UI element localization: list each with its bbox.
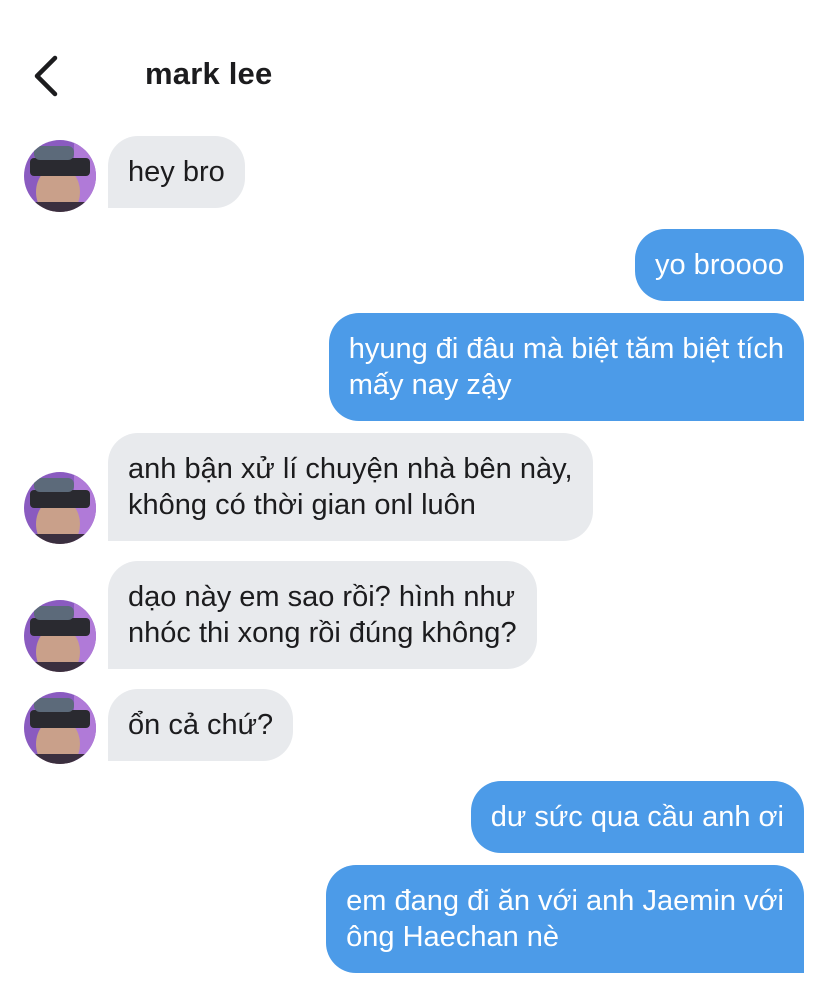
- message-bubble-incoming: hey bro: [108, 136, 245, 208]
- message-text: hey bro: [128, 156, 225, 188]
- avatar[interactable]: [24, 600, 96, 672]
- message-bubble-incoming: dạo này em sao rồi? hình như nhóc thi xo…: [108, 561, 537, 669]
- message-text: em đang đi ăn với anh Jaemin với: [346, 885, 784, 917]
- message-text: anh bận xử lí chuyện nhà bên này,: [128, 453, 573, 485]
- message-text: ông Haechan nè: [346, 921, 560, 953]
- message-bubble-outgoing: yo broooo: [635, 229, 804, 301]
- chat-header: mark lee: [0, 0, 826, 140]
- message-text: dư sức qua cầu anh ơi: [490, 801, 784, 833]
- message-text: hyung đi đâu mà biệt tăm biệt tích: [348, 333, 784, 365]
- back-button[interactable]: [24, 52, 68, 100]
- avatar[interactable]: [24, 692, 96, 764]
- message-text: dạo này em sao rồi? hình như: [128, 581, 515, 613]
- contact-name: mark lee: [145, 56, 273, 91]
- chevron-left-icon: [34, 55, 58, 97]
- message-text: không có thời gian onl luôn: [128, 489, 476, 521]
- message-text: nhóc thi xong rồi đúng không?: [128, 617, 517, 649]
- message-text: mấy nay zậy: [348, 369, 512, 401]
- message-bubble-incoming: ổn cả chứ?: [108, 689, 294, 761]
- message-bubble-outgoing: dư sức qua cầu anh ơi: [470, 781, 804, 853]
- message-bubble-outgoing: hyung đi đâu mà biệt tăm biệt tích mấy n…: [328, 313, 804, 421]
- avatar[interactable]: [24, 472, 96, 544]
- avatar[interactable]: [24, 140, 96, 212]
- message-text: ổn cả chứ?: [128, 709, 274, 741]
- message-text: yo broooo: [655, 249, 784, 281]
- message-bubble-incoming: anh bận xử lí chuyện nhà bên này, không …: [108, 433, 593, 541]
- message-bubble-outgoing: em đang đi ăn với anh Jaemin với ông Hae…: [326, 865, 804, 973]
